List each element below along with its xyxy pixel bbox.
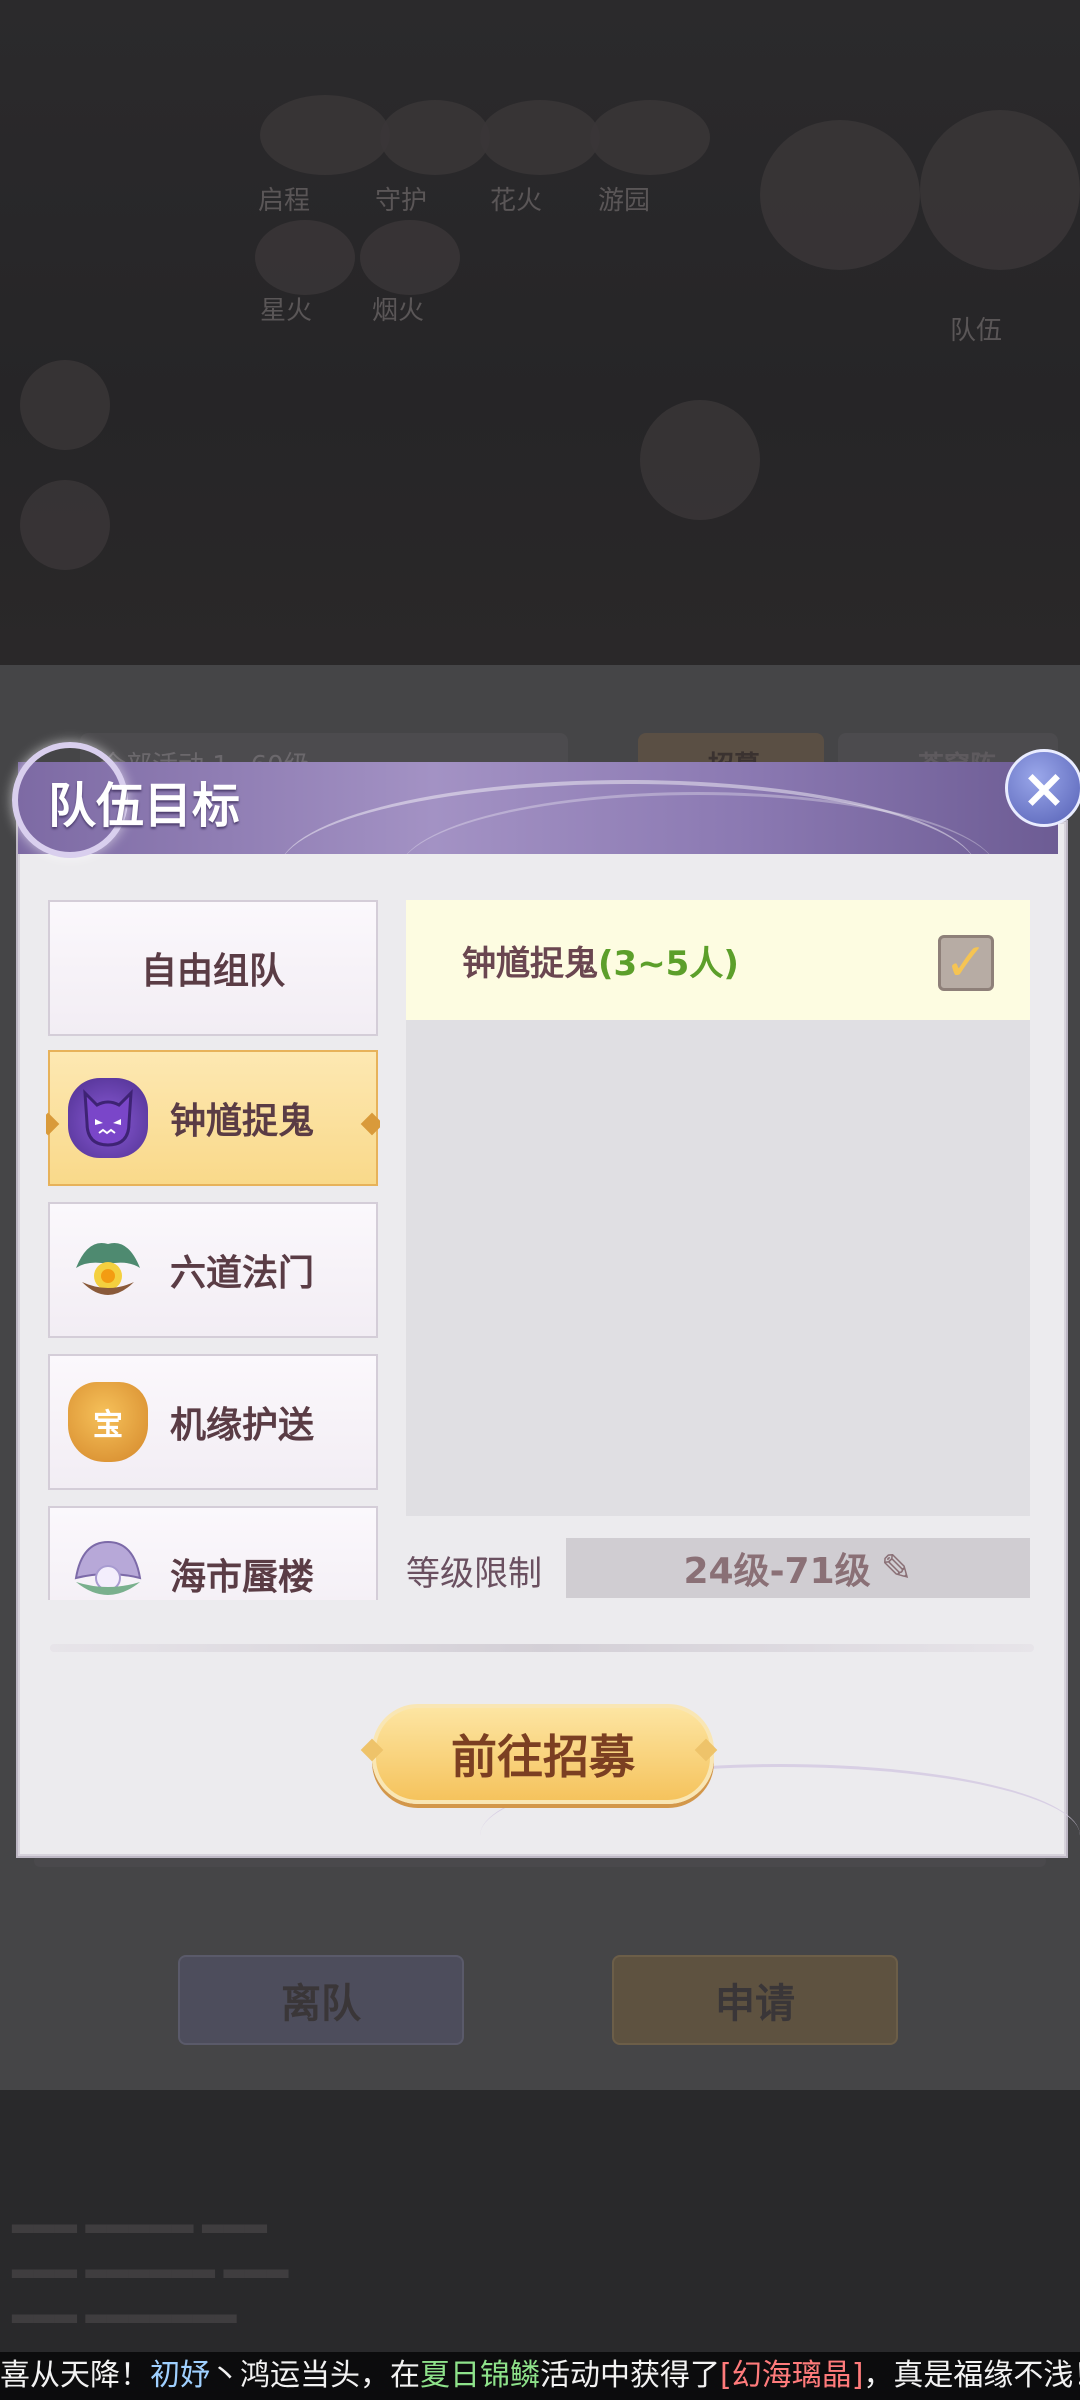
level-limit-field[interactable]: 24级-71级 ✎ xyxy=(566,1538,1030,1598)
bg-chat-line: ▂▂▂ ▂▂▂▂▂▂ ▂▂▂ xyxy=(12,2245,289,2278)
category-label: 自由组队 xyxy=(140,951,285,992)
bg-icon xyxy=(255,220,355,295)
bg-label: 星火 xyxy=(260,296,313,326)
marquee-text: 丶鸿运当头，在 xyxy=(210,2358,420,2393)
bg-leave-button: 离队 xyxy=(178,1955,464,2045)
go-recruit-label: 前往招募 xyxy=(451,1730,635,1784)
bg-label: 游园 xyxy=(598,186,651,216)
go-recruit-button[interactable]: 前往招募 xyxy=(372,1704,714,1804)
level-range-value: 24级-71级 xyxy=(683,1551,871,1592)
bg-icon xyxy=(260,95,390,175)
category-jiyuan-husong[interactable]: 宝 机缘护送 xyxy=(48,1354,378,1490)
dialog-title: 队伍目标 xyxy=(48,778,241,834)
marquee-prefix: 喜从天降！ xyxy=(0,2358,150,2393)
target-list-panel: 钟馗捉鬼 (3~5人) ✓ xyxy=(406,900,1030,1516)
target-name: 钟馗捉鬼 xyxy=(462,943,598,984)
bg-icon xyxy=(360,220,460,295)
marquee-event-name[interactable]: 夏日锦鳞 xyxy=(420,2358,540,2393)
bg-label: 守护 xyxy=(375,186,428,216)
treasure-bag-icon: 宝 xyxy=(68,1382,148,1462)
category-free-team[interactable]: 自由组队 xyxy=(48,900,378,1036)
bg-icon xyxy=(380,100,490,175)
ghost-icon xyxy=(68,1078,148,1158)
edit-brush-icon[interactable]: ✎ xyxy=(881,1546,913,1590)
bg-apply-button: 申请 xyxy=(612,1955,898,2045)
bg-chat-line: ▂▂▂ ▂▂▂▂▂▂▂ xyxy=(12,2290,237,2323)
shell-icon-graphic xyxy=(76,1243,140,1295)
close-button[interactable]: × xyxy=(1005,749,1080,827)
system-broadcast-marquee: 喜从天降！初妤丶鸿运当头，在夏日锦鳞活动中获得了[幻海璃晶]，真是福缘不浅！ xyxy=(0,2352,1080,2400)
target-option-row[interactable]: 钟馗捉鬼 (3~5人) ✓ xyxy=(406,900,1030,1020)
ghost-icon-graphic xyxy=(83,1089,133,1147)
dialog-divider xyxy=(50,1644,1034,1652)
bg-label: 花火 xyxy=(490,186,543,216)
bg-icon xyxy=(20,360,110,450)
bg-icon xyxy=(20,480,110,570)
target-checkbox[interactable]: ✓ xyxy=(938,935,994,991)
marquee-player-name[interactable]: 初妤 xyxy=(150,2358,210,2393)
marquee-item-name[interactable]: [幻海璃晶] xyxy=(720,2358,863,2393)
bg-chat-line: ▂▂▂ ▂▂▂▂▂ ▂▂▂ xyxy=(12,2200,267,2233)
level-limit-label: 等级限制 xyxy=(406,1554,542,1594)
bg-avatar xyxy=(760,120,920,270)
bg-label: 队伍 xyxy=(950,316,1003,346)
bg-avatar xyxy=(920,110,1080,270)
category-zhongkui-ghost[interactable]: 钟馗捉鬼 xyxy=(48,1050,378,1186)
bg-label: 烟火 xyxy=(372,296,425,326)
team-goal-dialog: 队伍目标 × 自由组队 钟馗捉鬼 六道法门 宝 机缘护送 海市蜃楼 钟馗捉鬼 (… xyxy=(12,742,1080,1856)
treasure-glyph: 宝 xyxy=(93,1408,123,1443)
activity-category-list[interactable]: 自由组队 钟馗捉鬼 六道法门 宝 机缘护送 海市蜃楼 xyxy=(46,900,380,1600)
checkmark-icon: ✓ xyxy=(944,933,988,993)
marquee-suffix: ，真是福缘不浅！ xyxy=(863,2358,1080,2393)
category-liudao-famen[interactable]: 六道法门 xyxy=(48,1202,378,1338)
pearl-shell-icon-graphic xyxy=(74,1540,142,1595)
team-size-range: (3~5人) xyxy=(598,943,739,984)
background-chat-area: ▂▂▂ ▂▂▂▂▂ ▂▂▂ ▂▂▂ ▂▂▂▂▂▂ ▂▂▂ ▂▂▂ ▂▂▂▂▂▂▂ xyxy=(0,2090,1080,2355)
bg-icon xyxy=(480,100,600,175)
pearl-shell-icon xyxy=(68,1534,148,1600)
category-label: 机缘护送 xyxy=(170,1405,315,1446)
marquee-text: 活动中获得了 xyxy=(540,2358,720,2393)
category-label: 钟馗捉鬼 xyxy=(170,1101,315,1142)
close-icon: × xyxy=(1021,756,1067,820)
category-haishi-shenlou[interactable]: 海市蜃楼 xyxy=(48,1506,378,1600)
bg-avatar xyxy=(640,400,760,520)
background-top-area: 启程 守护 花火 游园 星火 烟火 队伍 xyxy=(0,0,1080,665)
shell-icon xyxy=(68,1230,148,1310)
bg-label: 启程 xyxy=(258,186,311,216)
bg-icon xyxy=(590,100,710,175)
category-label: 六道法门 xyxy=(170,1253,315,1294)
category-label: 海市蜃楼 xyxy=(170,1557,315,1598)
